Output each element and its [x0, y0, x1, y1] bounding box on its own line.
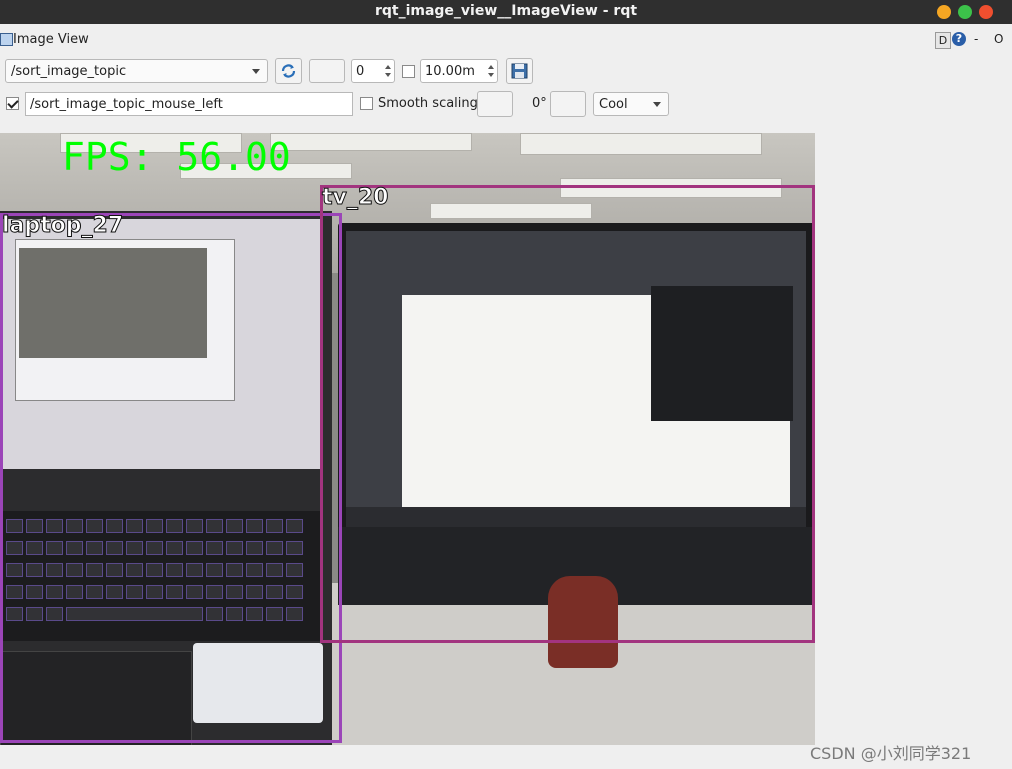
image-view-icon [0, 33, 13, 46]
colormap-select[interactable]: Cool [593, 92, 669, 116]
save-image-button[interactable] [506, 58, 533, 84]
fps-overlay: FPS: 56.00 [62, 135, 291, 179]
plugin-title: Image View [13, 32, 89, 47]
spin-down-icon[interactable] [385, 73, 391, 77]
save-icon [511, 63, 528, 79]
chevron-down-icon [653, 102, 661, 107]
smooth-scaling-checkbox[interactable] [360, 97, 373, 110]
refresh-topics-button[interactable] [275, 58, 302, 84]
detection-box-tv [320, 185, 815, 643]
smooth-scaling-label: Smooth scaling [378, 96, 478, 111]
rotate-right-button[interactable] [550, 91, 586, 117]
blank-button[interactable] [309, 59, 345, 83]
minimize-plugin-button[interactable]: - [974, 32, 978, 46]
close-plugin-button[interactable]: O [994, 32, 1003, 46]
value-spinbox-value: 0 [356, 64, 365, 79]
maximize-button[interactable] [958, 5, 972, 19]
spin-up-icon[interactable] [385, 65, 391, 69]
detection-box-laptop [0, 213, 342, 743]
dock-button[interactable]: D [935, 32, 951, 49]
mouse-publish-checkbox[interactable] [6, 97, 19, 110]
window-title: rqt_image_view__ImageView - rqt [374, 3, 638, 19]
detection-label-tv: tv_20 [321, 185, 389, 211]
colormap-select-value: Cool [599, 97, 628, 112]
topic-select-value: /sort_image_topic [11, 64, 127, 79]
duration-spinbox[interactable]: 10.00m [420, 59, 498, 83]
chevron-down-icon [252, 69, 260, 74]
plugin-header: Image View D ? - O [0, 30, 1012, 50]
mouse-topic-input[interactable]: /sort_image_topic_mouse_left [25, 92, 353, 116]
value-spinbox[interactable]: 0 [351, 59, 395, 83]
window-titlebar: rqt_image_view__ImageView - rqt [0, 0, 1012, 24]
rotate-left-button[interactable] [477, 91, 513, 117]
rotation-label: 0° [532, 96, 547, 111]
refresh-icon [281, 64, 296, 78]
watermark: CSDN @小刘同学321 [810, 744, 972, 763]
close-button[interactable] [979, 5, 993, 19]
spin-up-icon[interactable] [488, 65, 494, 69]
spin-down-icon[interactable] [488, 73, 494, 77]
duration-spinbox-value: 10.00m [425, 64, 475, 79]
minimize-button[interactable] [937, 5, 951, 19]
image-viewer[interactable]: FPS: 56.00 laptop_27 tv_20 [0, 133, 815, 745]
topic-select[interactable]: /sort_image_topic [5, 59, 268, 83]
detection-label-laptop: laptop_27 [1, 213, 124, 239]
help-icon[interactable]: ? [952, 32, 966, 46]
enable-checkbox[interactable] [402, 65, 415, 78]
